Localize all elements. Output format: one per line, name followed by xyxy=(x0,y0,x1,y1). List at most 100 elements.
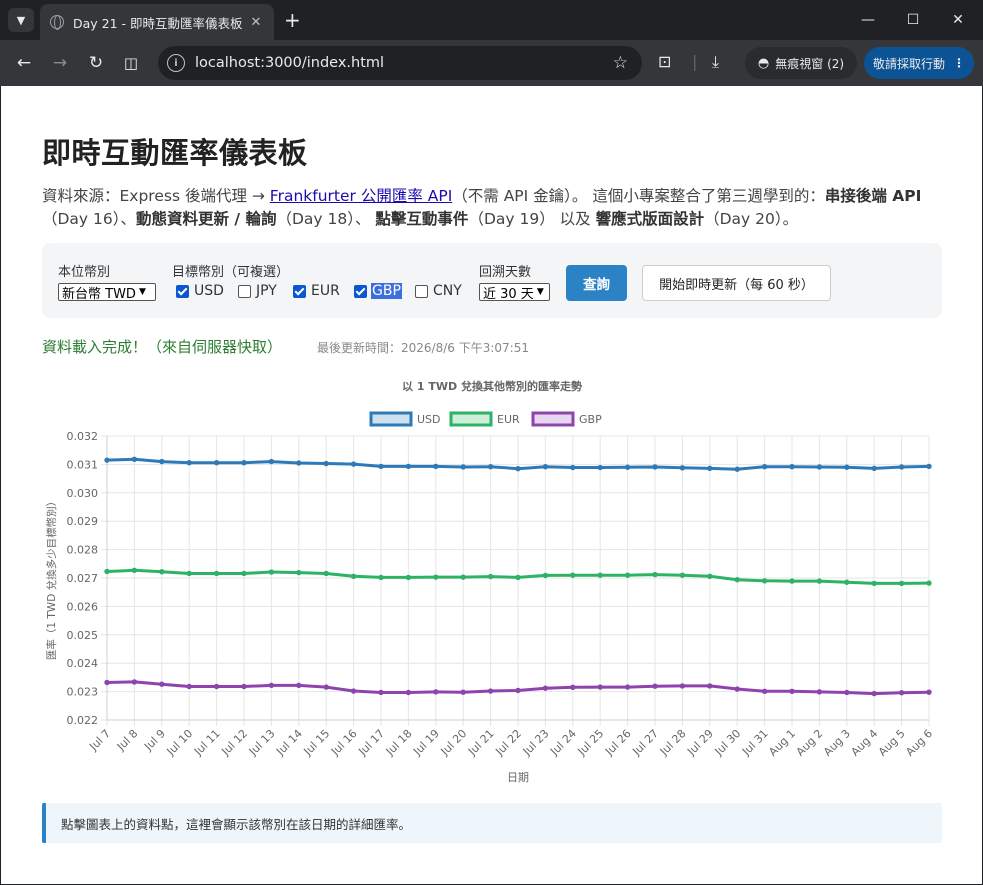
tab-search-button[interactable]: ▼ xyxy=(8,8,34,32)
data-point-gbp[interactable] xyxy=(734,686,740,692)
data-point-usd[interactable] xyxy=(350,461,357,467)
active-tab[interactable]: Day 21 - 即時互動匯率儀表板 ✕ xyxy=(40,4,274,40)
checkbox-jpy[interactable] xyxy=(238,285,251,298)
data-point-eur[interactable] xyxy=(652,571,658,578)
data-point-eur[interactable] xyxy=(570,572,576,578)
data-point-usd[interactable] xyxy=(597,464,603,471)
data-point-usd[interactable] xyxy=(515,465,521,472)
data-point-eur[interactable] xyxy=(871,580,877,587)
data-point-gbp[interactable] xyxy=(405,689,412,696)
new-tab-button[interactable]: + xyxy=(284,9,301,31)
split-view-button[interactable]: ◫ xyxy=(118,50,144,76)
data-point-eur[interactable] xyxy=(296,569,302,576)
data-point-eur[interactable] xyxy=(213,570,220,577)
legend-label-usd[interactable]: USD xyxy=(417,413,441,426)
data-point-usd[interactable] xyxy=(104,457,110,463)
checkbox-eur[interactable] xyxy=(293,285,306,298)
data-point-usd[interactable] xyxy=(542,463,549,470)
days-select[interactable]: 近 30 天 ▼ xyxy=(479,283,550,302)
data-point-eur[interactable] xyxy=(707,573,713,579)
data-point-eur[interactable] xyxy=(323,570,329,577)
data-point-gbp[interactable] xyxy=(378,689,384,696)
data-point-eur[interactable] xyxy=(789,578,795,584)
checkbox-gbp[interactable] xyxy=(354,285,367,298)
data-point-usd[interactable] xyxy=(487,463,494,470)
legend-swatch-usd[interactable] xyxy=(369,411,413,427)
query-button[interactable]: 查詢 xyxy=(566,265,627,301)
close-window-button[interactable]: ✕ xyxy=(935,0,981,40)
data-point-gbp[interactable] xyxy=(460,689,466,695)
data-point-gbp[interactable] xyxy=(707,683,713,689)
checkbox-label-usd[interactable]: USD xyxy=(194,283,224,299)
close-tab-icon[interactable]: ✕ xyxy=(248,15,264,30)
checkbox-usd[interactable] xyxy=(176,285,189,298)
back-button[interactable]: ← xyxy=(11,50,37,76)
data-point-eur[interactable] xyxy=(350,573,357,579)
checkbox-label-cny[interactable]: CNY xyxy=(433,283,462,299)
data-point-usd[interactable] xyxy=(652,464,658,470)
data-point-gbp[interactable] xyxy=(898,690,905,696)
data-point-eur[interactable] xyxy=(104,568,110,575)
data-point-gbp[interactable] xyxy=(323,684,329,690)
reload-button[interactable]: ↻ xyxy=(83,50,109,76)
data-point-eur[interactable] xyxy=(734,577,740,583)
screenshot-icon[interactable]: ⊡ xyxy=(658,52,671,71)
data-point-eur[interactable] xyxy=(131,567,138,574)
data-point-gbp[interactable] xyxy=(652,683,658,689)
data-point-usd[interactable] xyxy=(734,466,740,472)
data-point-gbp[interactable] xyxy=(213,683,220,690)
data-point-gbp[interactable] xyxy=(186,683,192,690)
data-point-eur[interactable] xyxy=(679,572,686,578)
data-point-gbp[interactable] xyxy=(816,689,823,695)
data-point-eur[interactable] xyxy=(844,579,850,585)
data-point-gbp[interactable] xyxy=(597,684,603,690)
data-point-usd[interactable] xyxy=(871,465,877,472)
data-point-gbp[interactable] xyxy=(871,690,877,697)
legend-label-eur[interactable]: EUR xyxy=(497,413,520,426)
data-point-usd[interactable] xyxy=(405,463,412,470)
data-point-eur[interactable] xyxy=(186,570,192,577)
data-point-gbp[interactable] xyxy=(515,687,521,694)
data-point-eur[interactable] xyxy=(597,572,603,578)
data-point-usd[interactable] xyxy=(926,463,932,470)
data-point-eur[interactable] xyxy=(542,572,549,579)
data-point-usd[interactable] xyxy=(789,463,795,470)
incognito-button[interactable]: ◓ 無痕視窗 (2) xyxy=(745,47,857,79)
data-point-eur[interactable] xyxy=(405,574,412,581)
checkbox-cny[interactable] xyxy=(415,285,428,298)
data-point-usd[interactable] xyxy=(433,463,439,470)
data-point-gbp[interactable] xyxy=(241,683,247,690)
bookmark-star-icon[interactable]: ☆ xyxy=(613,53,628,73)
legend-swatch-eur[interactable] xyxy=(449,411,493,427)
frankfurter-link[interactable]: Frankfurter 公開匯率 API xyxy=(270,187,452,205)
data-point-gbp[interactable] xyxy=(624,684,631,690)
data-point-gbp[interactable] xyxy=(104,679,110,686)
data-point-eur[interactable] xyxy=(624,572,631,578)
data-point-eur[interactable] xyxy=(816,578,823,584)
data-point-usd[interactable] xyxy=(460,464,466,470)
data-point-gbp[interactable] xyxy=(570,684,576,691)
data-point-gbp[interactable] xyxy=(159,681,165,687)
data-point-eur[interactable] xyxy=(241,570,247,577)
maximize-button[interactable]: ☐ xyxy=(890,0,936,40)
data-point-gbp[interactable] xyxy=(350,688,357,694)
data-point-gbp[interactable] xyxy=(761,688,768,695)
data-point-usd[interactable] xyxy=(844,464,850,470)
data-point-usd[interactable] xyxy=(761,463,768,470)
legend-label-gbp[interactable]: GBP xyxy=(579,413,602,426)
data-point-usd[interactable] xyxy=(323,460,329,467)
minimize-button[interactable]: — xyxy=(845,0,891,40)
data-point-usd[interactable] xyxy=(707,465,713,472)
address-bar[interactable]: i localhost:3000/index.html ☆ xyxy=(158,46,642,80)
data-point-usd[interactable] xyxy=(624,464,631,470)
data-point-gbp[interactable] xyxy=(844,689,850,696)
download-icon[interactable]: ⤓ xyxy=(712,52,719,72)
chart-svg[interactable]: 以 1 TWD 兌換其他幣別的匯率走勢 USD EUR GBP 0.022 0.023 0.… xyxy=(42,372,942,792)
data-point-eur[interactable] xyxy=(460,574,466,580)
live-update-button[interactable]: 開始即時更新（每 60 秒） xyxy=(642,265,831,301)
checkbox-label-eur[interactable]: EUR xyxy=(311,283,340,299)
data-point-eur[interactable] xyxy=(898,580,905,587)
site-info-icon[interactable]: i xyxy=(167,54,185,72)
data-point-gbp[interactable] xyxy=(926,689,932,695)
forward-button[interactable]: → xyxy=(47,50,73,76)
